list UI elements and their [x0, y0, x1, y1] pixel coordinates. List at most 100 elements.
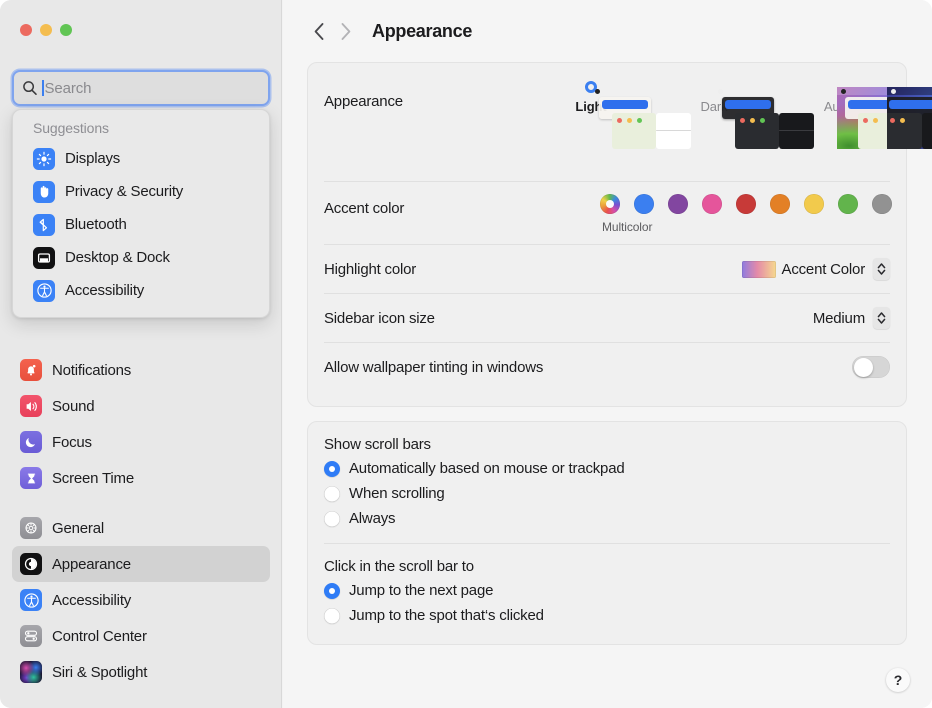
theme-option-light[interactable]: Light	[538, 81, 644, 114]
sidebar-item-label: General	[52, 520, 104, 537]
focus-icon	[20, 431, 42, 453]
suggestion-label: Displays	[65, 150, 120, 167]
radio-label: When scrolling	[349, 485, 445, 502]
radio-show-scrollbars-always[interactable]: Always	[324, 506, 890, 531]
general-icon	[20, 517, 42, 539]
search-container: Search	[12, 70, 270, 106]
sidebar-icon-size-row: Sidebar icon size Medium	[308, 294, 906, 342]
sidebar-item-control-center[interactable]: Control Center	[12, 618, 270, 654]
sidebar-item-screen-time[interactable]: Screen Time	[12, 460, 270, 496]
sidebar-nav: Notifications Sound Focus	[0, 352, 282, 690]
page-title: Appearance	[372, 21, 472, 42]
radio-button	[324, 461, 340, 477]
back-button[interactable]	[306, 18, 332, 44]
suggestion-item-bluetooth[interactable]: Bluetooth	[13, 208, 269, 241]
toggle-knob	[854, 358, 873, 377]
accessibility-icon	[20, 589, 42, 611]
sidebar-divider	[12, 496, 270, 510]
sidebar-item-label: Accessibility	[52, 592, 131, 609]
privacy-security-icon	[33, 181, 55, 203]
desktop-dock-icon	[33, 247, 55, 269]
accent-swatch-purple[interactable]	[668, 194, 688, 214]
window-controls	[20, 24, 72, 36]
wallpaper-tinting-toggle[interactable]	[852, 356, 890, 378]
radio-show-scrollbars-automatic[interactable]: Automatically based on mouse or trackpad	[324, 456, 890, 481]
suggestion-item-desktop-dock[interactable]: Desktop & Dock	[13, 241, 269, 274]
radio-button	[324, 583, 340, 599]
sidebar-item-siri-spotlight[interactable]: Siri & Spotlight	[12, 654, 270, 690]
search-input[interactable]: Search	[12, 70, 270, 106]
radio-label: Jump to the spot that‘s clicked	[349, 607, 544, 624]
accent-swatch-red[interactable]	[736, 194, 756, 214]
sidebar-item-general[interactable]: General	[12, 510, 270, 546]
accent-swatch-graphite[interactable]	[872, 194, 892, 214]
sidebar-item-label: Appearance	[52, 556, 131, 573]
search-placeholder: Search	[45, 80, 92, 97]
chevron-left-icon	[313, 22, 326, 41]
screen-time-icon	[20, 467, 42, 489]
sidebar-item-focus[interactable]: Focus	[12, 424, 270, 460]
show-scroll-bars-group: Show scroll bars Automatically based on …	[308, 422, 906, 543]
wallpaper-tinting-row: Allow wallpaper tinting in windows	[308, 343, 906, 391]
radio-label: Automatically based on mouse or trackpad	[349, 460, 624, 477]
appearance-theme-row: Appearance	[308, 63, 906, 181]
chevron-updown-icon	[873, 258, 890, 280]
suggestion-item-privacy-security[interactable]: Privacy & Security	[13, 175, 269, 208]
highlight-color-dropdown[interactable]: Accent Color	[742, 258, 890, 280]
radio-show-scrollbars-when-scrolling[interactable]: When scrolling	[324, 481, 890, 506]
sidebar-item-notifications[interactable]: Notifications	[12, 352, 270, 388]
accent-swatch-yellow[interactable]	[804, 194, 824, 214]
zoom-button[interactable]	[60, 24, 72, 36]
displays-icon	[33, 148, 55, 170]
suggestion-item-accessibility[interactable]: Accessibility	[13, 274, 269, 307]
accent-swatch-green[interactable]	[838, 194, 858, 214]
accent-swatch-blue[interactable]	[634, 194, 654, 214]
forward-button[interactable]	[332, 18, 358, 44]
minimize-button[interactable]	[40, 24, 52, 36]
radio-click-jump-to-spot[interactable]: Jump to the spot that‘s clicked	[324, 603, 890, 628]
accent-swatch-multicolor[interactable]	[600, 194, 620, 214]
sidebar-item-label: Screen Time	[52, 470, 134, 487]
accent-swatch-pink[interactable]	[702, 194, 722, 214]
help-button[interactable]: ?	[886, 668, 910, 692]
sidebar-item-label: Focus	[52, 434, 92, 451]
highlight-color-value: Accent Color	[782, 261, 865, 278]
suggestion-label: Desktop & Dock	[65, 249, 170, 266]
sidebar: Search Suggestions Di	[0, 0, 282, 708]
notifications-icon	[20, 359, 42, 381]
suggestion-item-displays[interactable]: Displays	[13, 142, 269, 175]
appearance-settings-card: Appearance	[307, 62, 907, 407]
sidebar-icon-size-value: Medium	[813, 310, 865, 327]
close-button[interactable]	[20, 24, 32, 36]
bluetooth-icon	[33, 214, 55, 236]
content-pane: Appearance Appearance	[283, 0, 932, 708]
highlight-color-label: Highlight color	[324, 261, 416, 278]
suggestion-label: Privacy & Security	[65, 183, 183, 200]
sidebar-icon-size-dropdown[interactable]: Medium	[813, 307, 890, 329]
accent-swatch-orange[interactable]	[770, 194, 790, 214]
sidebar-item-label: Siri & Spotlight	[52, 664, 147, 681]
theme-option-dark[interactable]: Dark	[661, 81, 767, 114]
theme-option-auto[interactable]: Auto	[784, 81, 890, 114]
theme-picker: Light	[538, 81, 890, 114]
suggestions-heading: Suggestions	[13, 118, 269, 142]
accent-color-row: Accent color Multicolor	[308, 182, 906, 244]
sidebar-item-appearance[interactable]: Appearance	[12, 546, 270, 582]
accent-gradient-chip	[742, 261, 776, 278]
suggestion-label: Bluetooth	[65, 216, 127, 233]
sidebar-item-accessibility[interactable]: Accessibility	[12, 582, 270, 618]
search-suggestions-popup: Suggestions Displays	[12, 109, 270, 318]
radio-button	[324, 486, 340, 502]
toolbar: Appearance	[283, 0, 932, 62]
accent-color-label: Accent color	[324, 200, 404, 217]
highlight-color-row: Highlight color Accent Color	[308, 245, 906, 293]
radio-click-jump-next-page[interactable]: Jump to the next page	[324, 578, 890, 603]
radio-button	[324, 511, 340, 527]
sidebar-item-label: Control Center	[52, 628, 147, 645]
radio-button	[324, 608, 340, 624]
text-caret	[42, 80, 44, 96]
sidebar-item-sound[interactable]: Sound	[12, 388, 270, 424]
control-center-icon	[20, 625, 42, 647]
sidebar-icon-size-label: Sidebar icon size	[324, 310, 435, 327]
system-settings-window: Search Suggestions Di	[0, 0, 932, 708]
